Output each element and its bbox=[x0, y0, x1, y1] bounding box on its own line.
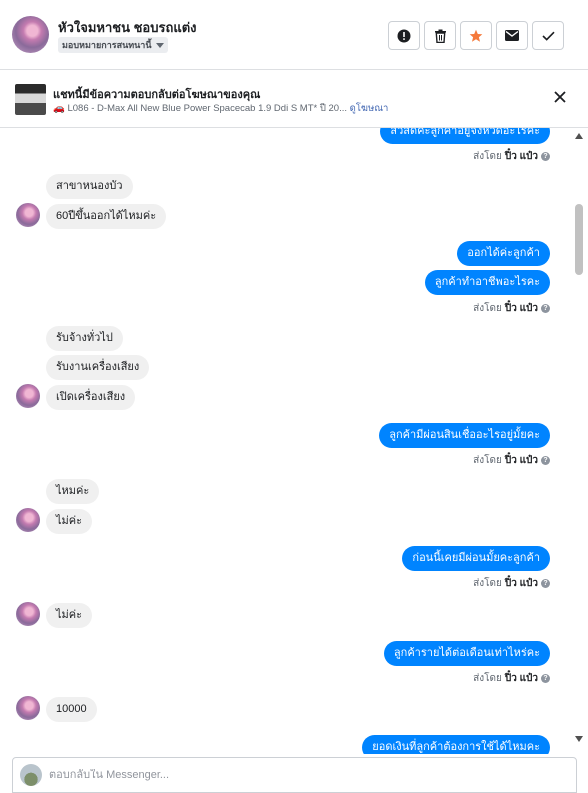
message-incoming[interactable]: ไม่ค่ะ bbox=[46, 509, 93, 534]
done-button[interactable] bbox=[532, 21, 564, 50]
mark-unread-button[interactable] bbox=[496, 21, 528, 50]
sent-by-label: ส่งโดย ปิ๋ว แป๋ว? bbox=[473, 576, 550, 591]
message-incoming[interactable]: 60ปีขึ้นออกได้ไหมค่ะ bbox=[46, 204, 167, 229]
conversation-header: หัวใจมหาชน ชอบรถแต่ง มอบหมายการสนทนานี้ bbox=[0, 0, 588, 70]
star-button[interactable] bbox=[460, 21, 492, 50]
message-outgoing[interactable]: ยอดเงินที่ลูกค้าต้องการใช้ได้ไหมคะ bbox=[362, 735, 550, 754]
contact-mini-avatar bbox=[16, 203, 40, 227]
report-button[interactable] bbox=[388, 21, 420, 50]
contact-mini-avatar bbox=[16, 384, 40, 408]
assign-label: มอบหมายการสนทนานี้ bbox=[62, 40, 152, 50]
caret-down-icon bbox=[155, 42, 164, 48]
message-incoming[interactable]: สาขาหนองบัว bbox=[46, 174, 133, 199]
star-icon bbox=[469, 29, 483, 42]
info-icon[interactable]: ? bbox=[541, 152, 550, 161]
message-outgoing[interactable]: ลูกค้ารายได้ต่อเดือนเท่าไหร่คะ bbox=[383, 641, 550, 666]
envelope-icon bbox=[505, 30, 519, 41]
assign-conversation-dropdown[interactable]: มอบหมายการสนทนานี้ bbox=[58, 37, 168, 53]
contact-avatar[interactable] bbox=[12, 16, 49, 53]
reply-input[interactable] bbox=[49, 769, 549, 781]
contact-mini-avatar bbox=[16, 602, 40, 626]
trash-icon bbox=[434, 29, 446, 43]
scroll-down-arrow-icon[interactable] bbox=[575, 736, 583, 742]
message-incoming[interactable]: ไม่ค่ะ bbox=[46, 603, 93, 628]
view-ad-link[interactable]: ดูโฆษณา bbox=[350, 103, 389, 114]
ad-reply-banner: แชทนี้มีข้อความตอบกลับต่อโฆษณาของคุณ 🚗 L… bbox=[0, 70, 588, 128]
delete-button[interactable] bbox=[424, 21, 456, 50]
contact-mini-avatar bbox=[16, 696, 40, 720]
message-incoming[interactable]: รับงานเครื่องเสียง bbox=[46, 355, 150, 380]
checkmark-icon bbox=[541, 31, 555, 41]
info-icon[interactable]: ? bbox=[541, 304, 550, 313]
message-outgoing[interactable]: ออกได้ค่ะลูกค้า bbox=[457, 241, 550, 266]
sent-by-label: ส่งโดย ปิ๋ว แป๋ว? bbox=[473, 149, 550, 164]
message-incoming[interactable]: 10000 bbox=[46, 697, 97, 722]
info-icon[interactable]: ? bbox=[541, 674, 550, 683]
alert-icon bbox=[397, 29, 411, 42]
reply-composer bbox=[12, 757, 577, 793]
sent-by-label: ส่งโดย ปิ๋ว แป๋ว? bbox=[473, 671, 550, 686]
contact-mini-avatar bbox=[16, 508, 40, 532]
scrollbar-thumb[interactable] bbox=[575, 204, 583, 275]
message-incoming[interactable]: เปิดเครื่องเสียง bbox=[46, 385, 136, 410]
sent-by-label: ส่งโดย ปิ๋ว แป๋ว? bbox=[473, 301, 550, 316]
message-outgoing[interactable]: สวัสดีค่ะลูกค้าอยู่จังหวัดอะไรคะ bbox=[380, 128, 550, 144]
message-outgoing[interactable]: ลูกค้าทำอาชีพอะไรคะ bbox=[424, 270, 550, 295]
message-outgoing[interactable]: ก่อนนี้เคยมีผ่อนมั้ยคะลูกค้า bbox=[402, 546, 550, 571]
info-icon[interactable]: ? bbox=[541, 456, 550, 465]
ad-thumbnail[interactable] bbox=[15, 84, 46, 115]
message-incoming[interactable]: ไหมค่ะ bbox=[46, 479, 100, 504]
ad-name: 🚗 L086 - D-Max All New Blue Power Spacec… bbox=[53, 103, 348, 114]
page-avatar bbox=[20, 764, 42, 786]
contact-name[interactable]: หัวใจมหาชน ชอบรถแต่ง bbox=[58, 17, 197, 38]
ad-banner-subtitle: 🚗 L086 - D-Max All New Blue Power Spacec… bbox=[53, 101, 388, 116]
message-outgoing[interactable]: ลูกค้ามีผ่อนสินเชื่ออะไรอยู่มั้ยคะ bbox=[379, 423, 550, 448]
message-thread[interactable]: สวัสดีค่ะลูกค้าอยู่จังหวัดอะไรคะ ส่งโดยป… bbox=[0, 128, 588, 754]
close-icon[interactable] bbox=[551, 88, 569, 106]
scroll-up-arrow-icon[interactable] bbox=[575, 133, 583, 139]
message-incoming[interactable]: รับจ้างทั่วไป bbox=[46, 326, 123, 351]
sent-by-label: ส่งโดย ปิ๋ว แป๋ว? bbox=[473, 453, 550, 468]
info-icon[interactable]: ? bbox=[541, 579, 550, 588]
